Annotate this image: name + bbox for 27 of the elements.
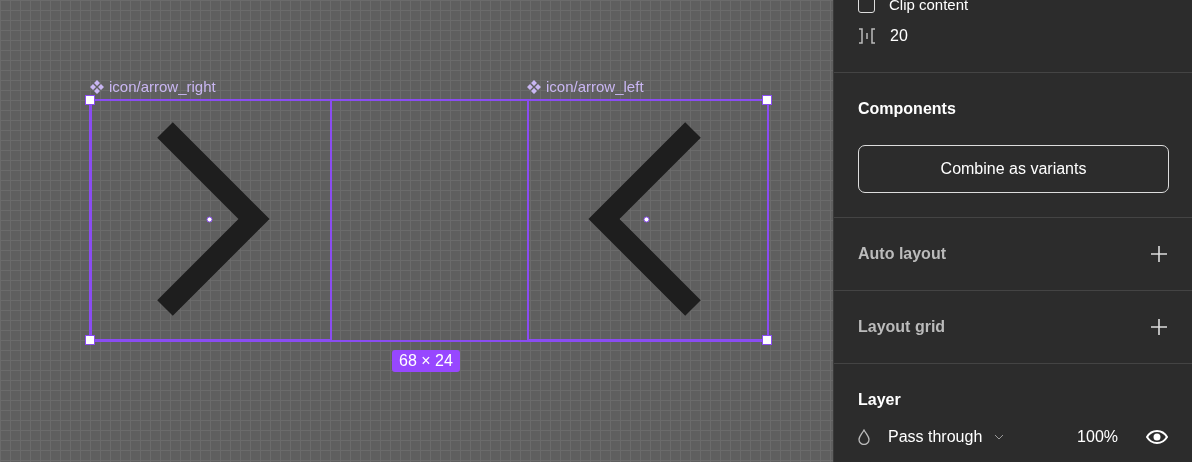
spacing-icon	[858, 28, 876, 44]
component-label[interactable]: icon/arrow_right	[109, 78, 216, 95]
resize-handle[interactable]	[85, 95, 95, 105]
center-point-icon	[206, 216, 213, 223]
component-label[interactable]: icon/arrow_left	[546, 78, 644, 95]
resize-handle[interactable]	[762, 95, 772, 105]
component-icon	[527, 79, 541, 94]
resize-handle[interactable]	[85, 335, 95, 345]
size-badge: 68 × 24	[392, 350, 460, 372]
section-title: Layout grid	[858, 318, 947, 336]
checkbox[interactable]	[858, 0, 875, 13]
drop-icon	[858, 429, 870, 445]
eye-icon[interactable]	[1146, 430, 1168, 444]
center-point-icon	[643, 216, 650, 223]
section-title: Auto layout	[858, 245, 947, 263]
component-frame[interactable]	[90, 99, 332, 341]
caret-icon	[994, 434, 1005, 440]
resize-handle[interactable]	[762, 335, 772, 345]
spacing-value[interactable]: 20	[890, 27, 908, 45]
section-title: Components	[858, 100, 957, 118]
component-icon	[90, 79, 104, 94]
section-title: Layer	[858, 391, 902, 409]
combine-variants-button[interactable]: Combine as variants	[858, 145, 1169, 193]
blend-mode-dropdown[interactable]: Pass through	[888, 428, 983, 446]
plus-icon[interactable]	[1150, 318, 1168, 336]
opacity-value[interactable]: 100%	[1077, 428, 1118, 446]
plus-icon[interactable]	[1150, 245, 1168, 263]
